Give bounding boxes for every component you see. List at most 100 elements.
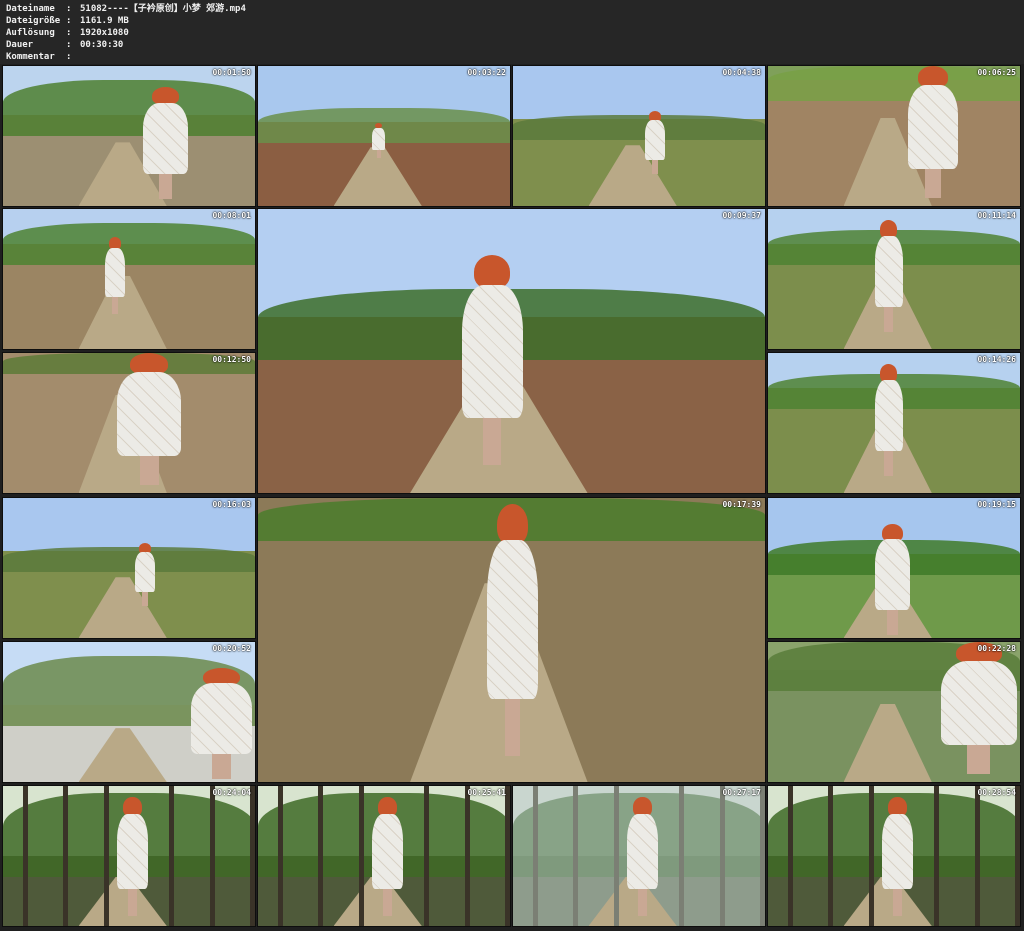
- thumbnail-path: [843, 703, 932, 782]
- tree-trunk: [464, 786, 470, 926]
- meta-resolution-value: 1920x1080: [80, 28, 129, 38]
- tree-trunk: [358, 786, 364, 926]
- figure-dress: [190, 683, 252, 754]
- video-thumbnail[interactable]: 00:09:37: [257, 208, 766, 494]
- tree-trunk: [868, 786, 874, 926]
- video-thumbnail[interactable]: 00:12:50: [2, 352, 256, 494]
- thumbnail-timestamp: 00:25:41: [467, 788, 506, 797]
- figure-dress: [882, 814, 913, 890]
- figure-legs: [139, 455, 159, 486]
- thumbnail-timestamp: 00:16:03: [212, 500, 251, 509]
- tree-trunk: [504, 786, 510, 926]
- thumbnail-timestamp: 00:22:28: [977, 644, 1016, 653]
- tree-trunk: [209, 786, 215, 926]
- figure-legs: [142, 592, 149, 607]
- thumbnail-foliage: [513, 115, 765, 141]
- tree-trunk: [974, 786, 980, 926]
- meta-comment-key: Kommentar: [6, 52, 55, 62]
- tree-trunk: [249, 786, 255, 926]
- figure-dress: [874, 380, 903, 451]
- thumbnail-foliage: [3, 223, 255, 265]
- figure-dress: [487, 539, 538, 700]
- figure-dress: [372, 814, 403, 890]
- figure-legs: [382, 889, 393, 916]
- meta-resolution-key: Auflösung: [6, 28, 55, 38]
- figure-legs: [967, 744, 991, 775]
- figure-dress: [627, 814, 658, 890]
- figure-legs: [212, 753, 231, 779]
- meta-separator: :: [66, 4, 72, 14]
- thumbnail-timestamp: 00:28:54: [977, 788, 1016, 797]
- meta-separator: :: [66, 28, 72, 38]
- thumbnail-timestamp: 00:08:01: [212, 211, 251, 220]
- video-thumbnail[interactable]: 00:14:26: [767, 352, 1021, 494]
- meta-filename-value: 51082----【子衿原创】小梦 郊游.mp4: [80, 4, 246, 14]
- video-thumbnail[interactable]: 00:03:22: [257, 65, 511, 207]
- tree-trunk: [719, 786, 725, 926]
- meta-separator: :: [66, 52, 72, 62]
- video-thumbnail[interactable]: 00:16:03: [2, 497, 256, 639]
- thumbnail-timestamp: 00:04:38: [722, 68, 761, 77]
- figure-legs: [482, 417, 502, 465]
- figure-legs: [925, 168, 941, 199]
- figure-legs: [884, 450, 893, 476]
- tree-trunk: [934, 786, 940, 926]
- meta-resolution-row: Auflösung:1920x1080: [6, 27, 129, 39]
- video-thumbnail[interactable]: 00:27:17: [512, 785, 766, 927]
- thumbnail-foliage: [3, 80, 255, 136]
- figure-dress: [940, 660, 1017, 745]
- figure-dress: [142, 103, 189, 174]
- figure-hair: [473, 254, 511, 290]
- video-thumbnail[interactable]: 00:11:14: [767, 208, 1021, 350]
- file-info-header: Dateiname:51082----【子衿原创】小梦 郊游.mp4 Datei…: [0, 0, 1024, 64]
- figure-legs: [652, 160, 659, 175]
- meta-comment-row: Kommentar:: [6, 51, 80, 63]
- tree-trunk: [573, 786, 579, 926]
- figure-dress: [907, 84, 959, 169]
- tree-trunk: [278, 786, 284, 926]
- figure-dress: [104, 248, 125, 297]
- video-thumbnail[interactable]: 00:06:25: [767, 65, 1021, 207]
- video-thumbnail[interactable]: 00:20:52: [2, 641, 256, 783]
- video-thumbnail[interactable]: 00:01:50: [2, 65, 256, 207]
- tree-trunk: [424, 786, 430, 926]
- video-thumbnail[interactable]: 00:24:04: [2, 785, 256, 927]
- thumbnail-timestamp: 00:03:22: [467, 68, 506, 77]
- figure-legs: [504, 699, 521, 756]
- video-thumbnail[interactable]: 00:22:28: [767, 641, 1021, 783]
- thumbnail-path: [78, 728, 167, 782]
- video-thumbnail[interactable]: 00:28:54: [767, 785, 1021, 927]
- tree-trunk: [788, 786, 794, 926]
- figure-legs: [376, 149, 381, 158]
- video-thumbnail[interactable]: 00:19:15: [767, 497, 1021, 639]
- meta-filename-row: Dateiname:51082----【子衿原创】小梦 郊游.mp4: [6, 3, 246, 15]
- meta-separator: :: [66, 40, 72, 50]
- video-thumbnail[interactable]: 00:08:01: [2, 208, 256, 350]
- figure-legs: [892, 889, 903, 916]
- thumbnail-timestamp: 00:20:52: [212, 644, 251, 653]
- video-thumbnail[interactable]: 00:17:39: [257, 497, 766, 783]
- thumbnail-timestamp: 00:19:15: [977, 500, 1016, 509]
- tree-trunk: [828, 786, 834, 926]
- thumbnail-timestamp: 00:14:26: [977, 355, 1016, 364]
- figure-dress: [372, 127, 385, 150]
- video-thumbnail[interactable]: 00:25:41: [257, 785, 511, 927]
- thumbnail-foliage: [3, 547, 255, 573]
- tree-trunk: [613, 786, 619, 926]
- figure-dress: [645, 120, 666, 160]
- tree-trunk: [1014, 786, 1020, 926]
- figure-legs: [158, 173, 173, 199]
- thumbnail-timestamp: 00:11:14: [977, 211, 1016, 220]
- meta-filesize-value: 1161.9 MB: [80, 16, 129, 26]
- thumbnail-timestamp: 00:01:50: [212, 68, 251, 77]
- figure-dress: [135, 552, 156, 592]
- figure-dress: [117, 371, 181, 456]
- video-thumbnail[interactable]: 00:04:38: [512, 65, 766, 207]
- thumbnail-timestamp: 00:12:50: [212, 355, 251, 364]
- tree-trunk: [759, 786, 765, 926]
- meta-duration-key: Dauer: [6, 40, 34, 50]
- tree-trunk: [533, 786, 539, 926]
- meta-filesize-row: Dateigröße:1161.9 MB: [6, 15, 129, 27]
- meta-duration-value: 00:30:30: [80, 40, 124, 50]
- meta-filename-key: Dateiname: [6, 4, 55, 14]
